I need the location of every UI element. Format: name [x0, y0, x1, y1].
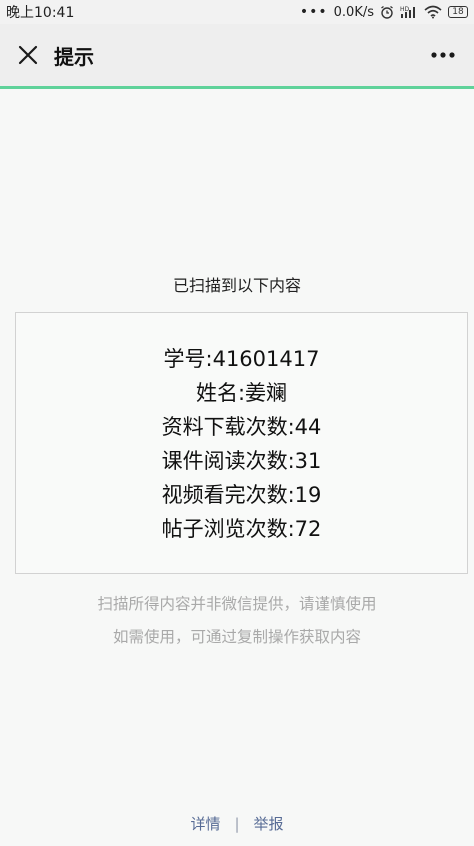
scan-result-page: 已扫描到以下内容 学号:41601417 姓名:姜斓 资料下载次数:44 课件阅…	[0, 89, 474, 846]
close-icon	[18, 45, 38, 65]
footer-separator: |	[234, 814, 240, 833]
disclaimer-line-2: 如需使用，可通过复制操作获取内容	[112, 628, 361, 646]
svg-text:HD: HD	[400, 6, 410, 13]
result-line-downloads: 资料下载次数:44	[161, 415, 322, 439]
status-left: 晚上10:41	[6, 2, 74, 22]
nav-bar: 提示	[0, 24, 474, 86]
hd-signal-icon: HD	[400, 5, 418, 19]
wifi-icon	[424, 5, 442, 19]
result-line-videos-watched: 视频看完次数:19	[161, 483, 322, 507]
result-line-student-id: 学号:41601417	[163, 347, 320, 371]
dots-icon: •••	[299, 4, 328, 20]
alarm-icon	[380, 5, 394, 19]
result-line-courseware-reads: 课件阅读次数:31	[161, 449, 322, 473]
disclaimer-line-1: 扫描所得内容并非微信提供，请谨慎使用	[97, 595, 377, 613]
report-link[interactable]: 举报	[254, 813, 284, 834]
result-line-name: 姓名:姜斓	[195, 381, 288, 405]
footer-links: 详情 | 举报	[0, 813, 474, 834]
battery-icon: 18	[448, 6, 468, 18]
scan-result-box: 学号:41601417 姓名:姜斓 资料下载次数:44 课件阅读次数:31 视频…	[15, 312, 468, 574]
scan-heading: 已扫描到以下内容	[172, 276, 301, 295]
status-time: 晚上10:41	[6, 5, 75, 21]
more-icon	[431, 52, 455, 58]
battery-level: 18	[452, 7, 464, 17]
close-button[interactable]	[4, 31, 52, 79]
more-button[interactable]	[420, 32, 466, 78]
status-bar: 晚上10:41 ••• 0.0K/s HD 18	[0, 0, 474, 24]
details-link[interactable]: 详情	[190, 813, 220, 834]
page-title: 提示	[54, 44, 94, 69]
result-line-posts-viewed: 帖子浏览次数:72	[161, 517, 322, 541]
network-speed: 0.0K/s	[333, 4, 374, 20]
status-right: ••• 0.0K/s HD 18	[300, 4, 468, 20]
